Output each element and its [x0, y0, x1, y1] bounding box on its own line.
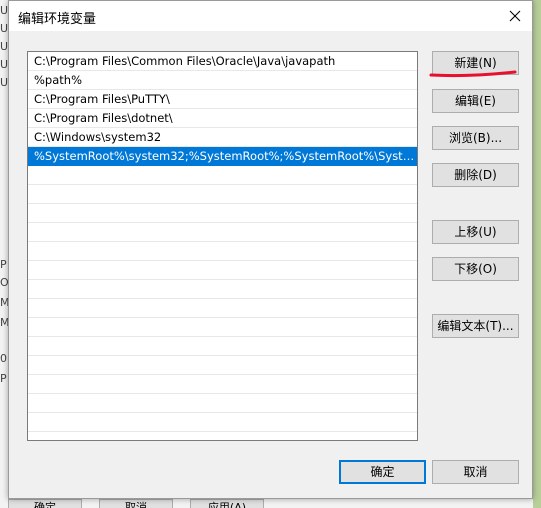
- title-bar: 编辑环境变量: [9, 1, 532, 31]
- delete-button[interactable]: 删除(D): [432, 163, 519, 187]
- path-list-empty-row[interactable]: [28, 413, 417, 432]
- path-list-item[interactable]: %SystemRoot%\system32;%SystemRoot%;%Syst…: [28, 147, 417, 166]
- background-cancel-button: 取消: [99, 499, 173, 508]
- move-down-button[interactable]: 下移(O): [432, 257, 519, 281]
- close-button[interactable]: [498, 1, 532, 31]
- desktop-background-strip: [533, 0, 541, 508]
- path-list-item[interactable]: C:\Windows\system32: [28, 128, 417, 147]
- ok-button[interactable]: 确定: [339, 460, 426, 484]
- path-list-item[interactable]: %path%: [28, 71, 417, 90]
- path-list-item[interactable]: C:\Program Files\PuTTY\: [28, 90, 417, 109]
- path-list-empty-row[interactable]: [28, 166, 417, 185]
- background-text-fragment: M: [0, 316, 8, 329]
- background-text-fragment: U: [0, 4, 8, 17]
- background-ok-button: 确定: [8, 499, 82, 508]
- red-underline-annotation: [429, 70, 517, 78]
- background-text-fragment: U: [0, 76, 8, 89]
- path-list-empty-row[interactable]: [28, 185, 417, 204]
- background-text-fragment: U: [0, 22, 8, 35]
- path-list-item[interactable]: C:\Program Files\Common Files\Oracle\Jav…: [28, 52, 417, 71]
- background-text-fragment: U: [0, 40, 8, 53]
- background-text-fragment: M: [0, 296, 8, 309]
- edit-environment-variable-dialog: 编辑环境变量 C:\Program Files\Common Files\Ora…: [8, 0, 533, 499]
- path-list-empty-row[interactable]: [28, 204, 417, 223]
- edit-text-button[interactable]: 编辑文本(T)...: [432, 314, 519, 338]
- background-text-fragment: U: [0, 58, 8, 71]
- background-apply-button: 应用(A): [190, 499, 264, 508]
- path-list-empty-row[interactable]: [28, 261, 417, 280]
- move-up-button[interactable]: 上移(U): [432, 220, 519, 244]
- path-list[interactable]: C:\Program Files\Common Files\Oracle\Jav…: [27, 51, 418, 441]
- edit-button[interactable]: 编辑(E): [432, 89, 519, 113]
- path-list-empty-row[interactable]: [28, 337, 417, 356]
- background-text-fragment: O: [0, 276, 8, 289]
- browse-button[interactable]: 浏览(B)...: [432, 126, 519, 150]
- path-list-empty-row[interactable]: [28, 394, 417, 413]
- path-list-empty-row[interactable]: [28, 432, 417, 440]
- path-list-empty-row[interactable]: [28, 242, 417, 261]
- background-text-fragment: 0: [0, 352, 7, 365]
- background-text-fragment: P: [0, 372, 7, 385]
- path-list-empty-row[interactable]: [28, 318, 417, 337]
- path-list-empty-row[interactable]: [28, 356, 417, 375]
- background-text-fragment: P: [0, 258, 7, 271]
- path-list-empty-row[interactable]: [28, 223, 417, 242]
- cancel-button[interactable]: 取消: [432, 460, 519, 484]
- path-list-item[interactable]: C:\Program Files\dotnet\: [28, 109, 417, 128]
- close-icon: [509, 10, 521, 22]
- path-list-empty-row[interactable]: [28, 280, 417, 299]
- path-list-empty-row[interactable]: [28, 299, 417, 318]
- dialog-title: 编辑环境变量: [18, 12, 97, 27]
- path-list-empty-row[interactable]: [28, 375, 417, 394]
